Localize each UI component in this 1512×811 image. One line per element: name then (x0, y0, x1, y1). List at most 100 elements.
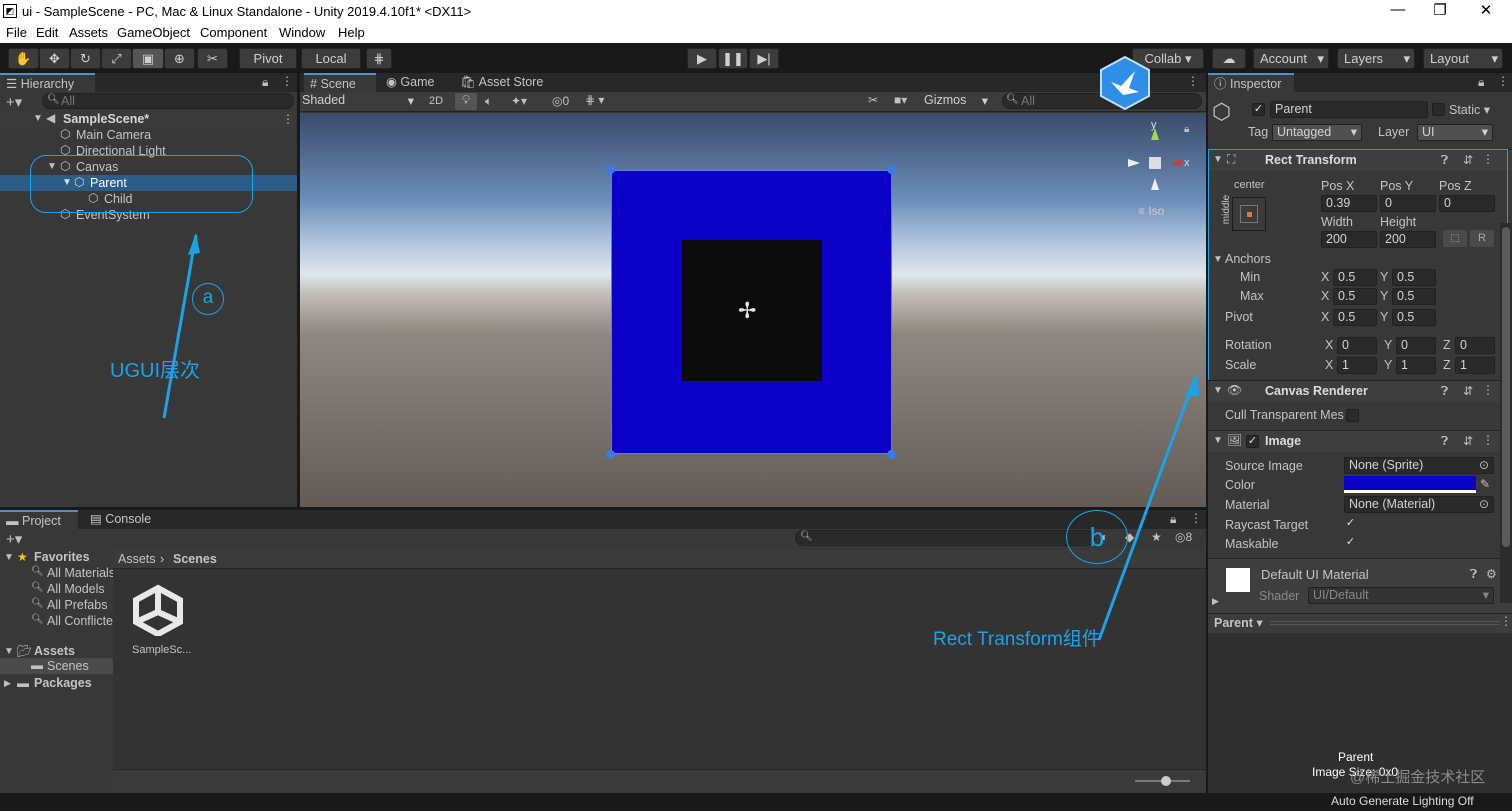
layer-dropdown[interactable]: UI ▾ (1417, 124, 1493, 141)
lock-icon[interactable]: 🔒︎ (262, 75, 268, 90)
preview-dropdown[interactable]: Parent ▾ (1214, 615, 1263, 630)
tools-icon[interactable]: ✂ (868, 93, 878, 107)
iso-label[interactable]: ≡ Iso (1138, 204, 1164, 218)
hand-tool-icon[interactable]: ✋ (8, 48, 39, 69)
menu-edit[interactable]: Edit (36, 25, 58, 40)
tab-asset-store[interactable]: 🛍︎ Asset Store (454, 73, 549, 92)
favorite-item[interactable]: 🔍︎ All Prefabs (0, 598, 113, 614)
component-menu-icon[interactable]: ⋮ (1482, 383, 1494, 397)
tab-project[interactable]: ▬ Project (0, 510, 78, 529)
anchor-pivot-icon[interactable]: ✢ (738, 298, 756, 324)
rect-handle-bottom-right[interactable] (887, 450, 896, 459)
move-tool-icon[interactable]: ✥ (39, 48, 70, 69)
kebab-menu-icon[interactable]: ⋮ (1497, 74, 1509, 88)
hierarchy-search-input[interactable]: All (42, 93, 294, 109)
scene-menu-icon[interactable]: ⋮ (1187, 74, 1199, 88)
menu-component[interactable]: Component (200, 25, 267, 40)
object-name-input[interactable]: Parent (1270, 101, 1428, 118)
account-dropdown[interactable]: Account ▾ (1253, 48, 1329, 69)
rect-handle-top-right[interactable] (887, 165, 896, 174)
rect-handle-top-left[interactable] (606, 165, 615, 174)
2d-toggle[interactable]: 2D (423, 93, 449, 110)
create-plus-icon[interactable]: +▾ (6, 530, 22, 548)
pause-button[interactable]: ❚❚ (718, 48, 748, 69)
favorites-foldout-icon[interactable]: ▼ (4, 552, 14, 563)
source-image-field[interactable]: None (Sprite) (1344, 457, 1494, 474)
breadcrumb-assets[interactable]: Assets (118, 552, 156, 566)
settings-gear-icon[interactable]: ⚙ (1486, 567, 1497, 581)
gizmos-dropdown[interactable]: Gizmos ▾ (924, 93, 992, 110)
scene-viewport[interactable]: ✢ y x 🔒︎ ≡ Iso (300, 113, 1206, 507)
icon-size-slider[interactable] (1135, 776, 1190, 786)
inspector-scrollbar-thumb[interactable] (1502, 227, 1510, 547)
project-search-input[interactable] (795, 530, 1095, 546)
minimize-icon[interactable]: — (1386, 1, 1410, 18)
image-header[interactable]: ▼ 🖼︎ ✓ Image ❓︎ ⇵ ⋮ (1208, 430, 1512, 452)
active-checkbox[interactable]: ✓ (1252, 103, 1265, 116)
tag-dropdown[interactable]: Untagged ▾ (1272, 124, 1362, 141)
hierarchy-item-main-camera[interactable]: ⬡ Main Camera (0, 127, 297, 143)
canvas-renderer-header[interactable]: ▼ 👁︎ Canvas Renderer ❓︎ ⇵ ⋮ (1208, 380, 1512, 402)
scene-menu-icon[interactable]: ⋮ (282, 112, 294, 126)
tab-scene[interactable]: # Scene (304, 73, 376, 92)
inspector-scrollbar[interactable] (1500, 223, 1512, 603)
help-icon[interactable]: ❓︎ (1441, 434, 1448, 449)
scene-row[interactable]: ▼ ◀ SampleScene* ⋮ (0, 111, 297, 127)
tab-hierarchy[interactable]: ☰ Hierarchy (0, 73, 95, 92)
layers-dropdown[interactable]: Layers ▾ (1337, 48, 1415, 69)
rect-tool-icon[interactable]: ▣ (132, 48, 164, 69)
eyedropper-icon[interactable]: ✎ (1480, 477, 1490, 491)
lighting-status[interactable]: Auto Generate Lighting Off (1331, 794, 1474, 808)
preview-menu-icon[interactable]: ⋮ (1500, 614, 1512, 628)
cloud-icon[interactable]: ☁ (1212, 48, 1246, 69)
close-icon[interactable]: ✕ (1474, 1, 1498, 19)
layout-dropdown[interactable]: Layout ▾ (1423, 48, 1503, 69)
camera-icon[interactable]: ■▾ (894, 93, 907, 107)
tab-inspector[interactable]: ⓘ Inspector (1208, 73, 1294, 92)
grid-toggle-icon[interactable]: ⋕ ▾ (585, 93, 604, 107)
material-field[interactable]: None (Material) (1344, 496, 1494, 513)
scene-asset-icon[interactable] (132, 584, 184, 638)
local-toggle[interactable]: Local (301, 48, 361, 69)
help-icon[interactable]: ❓︎ (1470, 567, 1477, 582)
assets-foldout-icon[interactable]: ▼ (4, 646, 14, 657)
grid-snap-icon[interactable]: ⋕ (366, 48, 392, 69)
material-foldout-icon[interactable]: ▶ (1212, 596, 1219, 607)
favorite-item[interactable]: 🔍︎ All Materials (0, 566, 113, 582)
breadcrumb-scenes[interactable]: Scenes (173, 552, 217, 566)
rect-handle-bottom-left[interactable] (606, 450, 615, 459)
menu-assets[interactable]: Assets (69, 25, 108, 40)
shader-dropdown[interactable]: UI/Default ▾ (1308, 587, 1494, 604)
transform-tool-icon[interactable]: ⊕ (164, 48, 195, 69)
kebab-menu-icon[interactable]: ⋮ (281, 74, 293, 88)
step-button[interactable]: ▶| (749, 48, 779, 69)
object-picker-icon[interactable]: ⊙ (1479, 497, 1489, 511)
effects-toggle-icon[interactable]: ✦▾ (511, 94, 527, 108)
component-menu-icon[interactable]: ⋮ (1482, 433, 1494, 447)
rotate-tool-icon[interactable]: ↻ (70, 48, 101, 69)
favorite-item[interactable]: 🔍︎ All Conflicte (0, 614, 113, 630)
maskable-checkbox[interactable]: ✓ (1344, 537, 1357, 550)
packages-foldout-icon[interactable]: ▶ (4, 678, 11, 689)
icon-size-slider-thumb[interactable] (1161, 776, 1171, 786)
play-button[interactable]: ▶ (687, 48, 717, 69)
maximize-icon[interactable]: ❐ (1428, 1, 1452, 19)
hidden-objects-icon[interactable]: ◎0 (552, 94, 569, 108)
expand-arrow-icon[interactable]: ▼ (33, 113, 43, 124)
scale-tool-icon[interactable]: ⤢ (101, 48, 132, 69)
lock-icon[interactable]: 🔒︎ (1478, 75, 1484, 90)
image-enabled-checkbox[interactable]: ✓ (1246, 435, 1259, 448)
scene-asset-label[interactable]: SampleSc... (132, 644, 191, 656)
packages-folder[interactable]: Packages (34, 676, 92, 690)
tab-game[interactable]: ◉ Game (380, 73, 440, 92)
assets-folder[interactable]: Assets (34, 644, 75, 658)
preset-icon[interactable]: ⇵ (1463, 384, 1473, 398)
menu-file[interactable]: File (6, 25, 27, 40)
static-dropdown[interactable]: Static ▾ (1449, 102, 1490, 117)
pivot-toggle[interactable]: Pivot (239, 48, 297, 69)
menu-gameobject[interactable]: GameObject (117, 25, 190, 40)
audio-toggle-icon[interactable]: 🔈︎ (485, 94, 492, 109)
menu-help[interactable]: Help (338, 25, 365, 40)
gizmo-lock-icon[interactable]: 🔒︎ (1184, 124, 1189, 135)
cull-transparent-checkbox[interactable] (1346, 409, 1359, 422)
